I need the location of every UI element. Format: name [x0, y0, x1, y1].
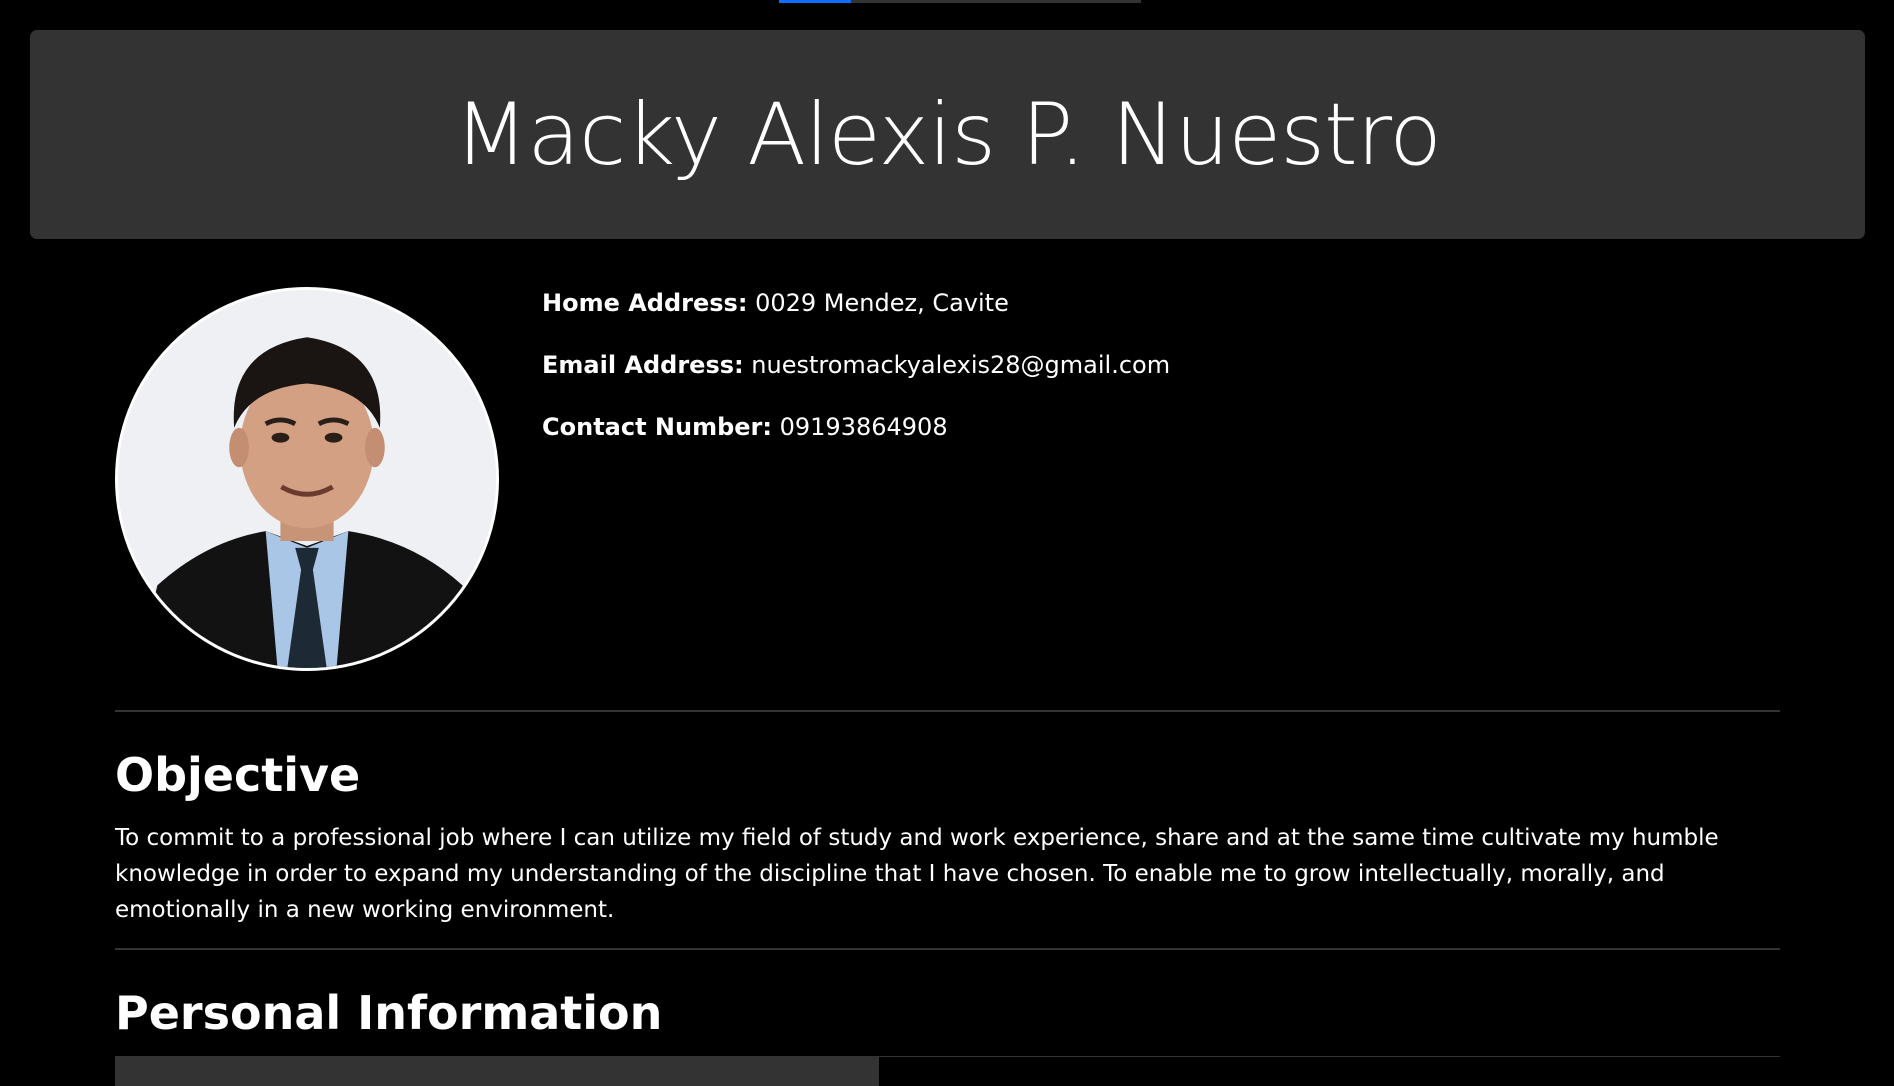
- home-address: Home Address: 0029 Mendez, Cavite: [542, 290, 1170, 316]
- divider: [115, 948, 1780, 950]
- divider: [115, 710, 1780, 712]
- personal-info-table-rule: [879, 1056, 1780, 1057]
- profile-photo: [118, 290, 496, 668]
- personal-info-table-header: [115, 1056, 879, 1086]
- name-banner: Macky Alexis P. Nuestro: [30, 30, 1865, 239]
- objective-heading: Objective: [115, 748, 361, 802]
- contact-number-label: Contact Number:: [542, 413, 772, 441]
- email-address-label: Email Address:: [542, 351, 744, 379]
- page-title: Macky Alexis P. Nuestro: [454, 84, 1442, 185]
- page-progress-track: [779, 0, 1141, 3]
- contact-number-value: 09193864908: [779, 413, 948, 441]
- contact-number: Contact Number: 09193864908: [542, 414, 1170, 440]
- email-address-value: nuestromackyalexis28@gmail.com: [751, 351, 1171, 379]
- avatar: [115, 287, 499, 671]
- home-address-label: Home Address:: [542, 289, 748, 317]
- objective-text: To commit to a professional job where I …: [115, 825, 1719, 923]
- contact-details: Home Address: 0029 Mendez, Cavite Email …: [542, 290, 1170, 476]
- email-address: Email Address: nuestromackyalexis28@gmai…: [542, 352, 1170, 378]
- personal-information-heading: Personal Information: [115, 986, 663, 1040]
- page-progress-fill: [779, 0, 852, 3]
- home-address-value: 0029 Mendez, Cavite: [755, 289, 1009, 317]
